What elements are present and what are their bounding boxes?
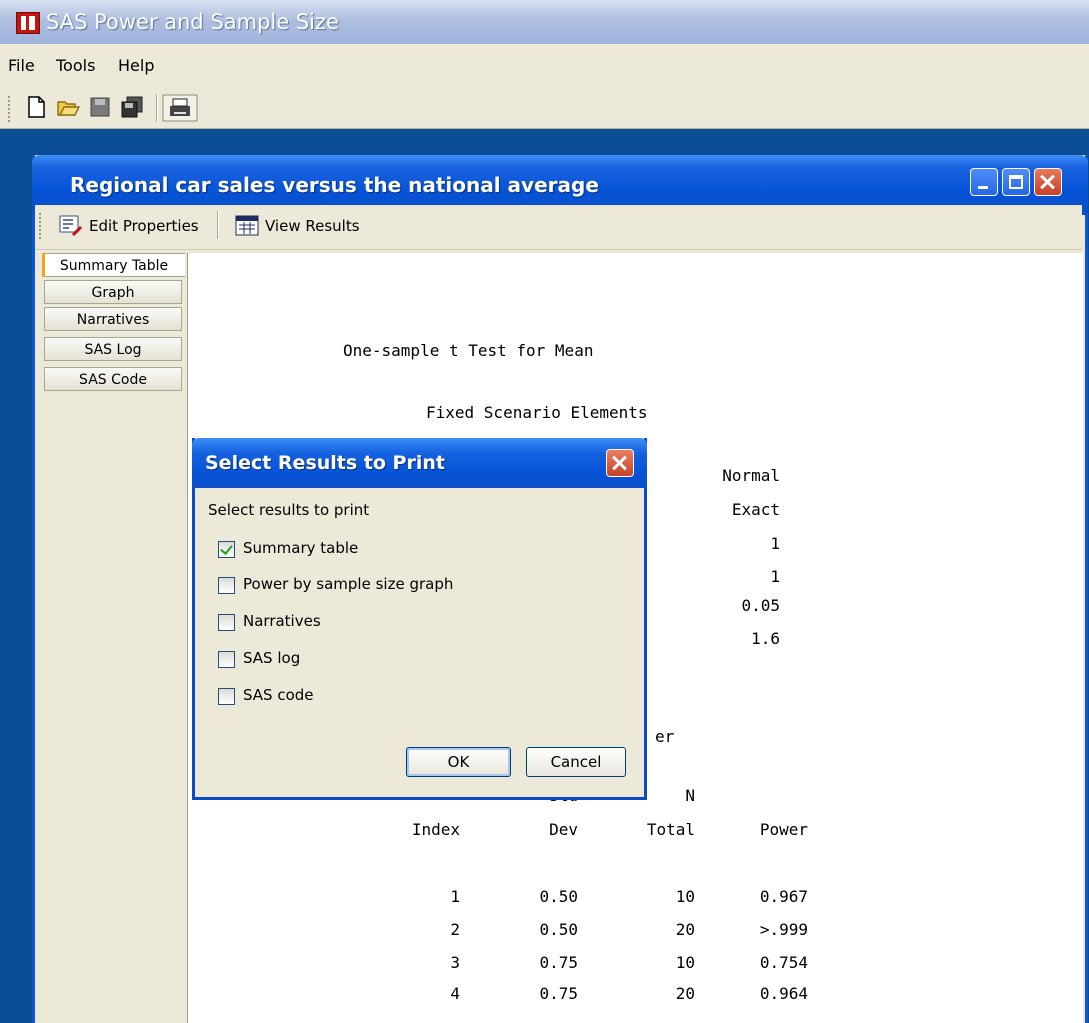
tab-narratives[interactable]: Narratives (44, 307, 182, 331)
dialog-prompt: Select results to print (208, 501, 370, 519)
cancel-button[interactable]: Cancel (526, 747, 626, 777)
column-header-total: Total (646, 820, 695, 839)
menu-bar: File Tools Help (0, 44, 1089, 89)
view-results-button[interactable]: View Results (235, 213, 360, 239)
fixed-value-distribution: Normal (722, 466, 780, 485)
view-results-icon (235, 215, 259, 236)
new-file-icon[interactable] (24, 95, 48, 119)
fixed-elements-heading: Fixed Scenario Elements (426, 403, 648, 422)
fixed-value-method: Exact (731, 500, 780, 519)
fixed-value: 1 (770, 534, 780, 553)
print-dialog-title: Select Results to Print (205, 452, 445, 474)
toolbar-separator (156, 94, 158, 122)
menu-help[interactable]: Help (118, 56, 154, 75)
row-index: 2 (450, 920, 460, 939)
fixed-value: 1.6 (751, 629, 780, 648)
dialog-close-button[interactable] (606, 449, 634, 477)
menu-tools[interactable]: Tools (56, 56, 95, 75)
results-tab-panel: Summary Table Graph Narratives SAS Log S… (35, 250, 185, 1023)
fixed-value: 1 (770, 567, 780, 586)
toolbar-grip (8, 96, 12, 122)
main-toolbar (0, 88, 1089, 129)
row-std-dev: 0.50 (539, 887, 578, 906)
row-n-total: 10 (675, 953, 695, 972)
print-icon[interactable] (162, 94, 198, 122)
row-std-dev: 0.50 (539, 920, 578, 939)
checkbox-sas-log[interactable] (218, 651, 235, 668)
checkbox-power-graph[interactable] (218, 577, 235, 594)
row-std-dev: 0.75 (539, 984, 578, 1003)
computed-heading-tail: er (655, 727, 675, 746)
checkbox-label[interactable]: Summary table (243, 539, 358, 557)
results-window-title: Regional car sales versus the national a… (70, 173, 599, 197)
fixed-value-alpha: 0.05 (741, 596, 780, 615)
row-index: 3 (450, 953, 460, 972)
column-header-dev: Dev (549, 820, 578, 839)
column-header-index: Index (411, 820, 460, 839)
row-n-total: 20 (675, 920, 695, 939)
results-toolbar: Edit Properties View Results (35, 205, 1082, 250)
row-power: 0.964 (759, 984, 808, 1003)
tab-graph[interactable]: Graph (44, 280, 182, 304)
checkbox-label[interactable]: SAS code (243, 686, 314, 704)
row-power: >.999 (759, 920, 808, 939)
row-index: 4 (450, 984, 460, 1003)
app-title-bar: SAS Power and Sample Size (0, 0, 1089, 44)
save-all-icon[interactable] (120, 95, 144, 119)
menu-file[interactable]: File (8, 56, 35, 75)
edit-properties-button[interactable]: Edit Properties (59, 213, 199, 239)
app-title: SAS Power and Sample Size (46, 10, 339, 34)
maximize-button[interactable] (1002, 168, 1030, 196)
checkbox-sas-code[interactable] (218, 688, 235, 705)
save-icon[interactable] (88, 95, 112, 119)
report-title: One-sample t Test for Mean (343, 341, 594, 360)
print-dialog-title-bar: Select Results to Print (192, 438, 647, 488)
checkbox-summary-table[interactable] (218, 541, 235, 558)
toolbar-separator (217, 211, 219, 239)
checkbox-label[interactable]: SAS log (243, 649, 300, 667)
column-header-power: Power (759, 820, 808, 839)
checkbox-label[interactable]: Narratives (243, 612, 321, 630)
ok-button[interactable]: OK (406, 747, 511, 777)
toolbar-grip (39, 213, 43, 239)
view-results-label: View Results (265, 217, 360, 235)
tab-sas-code[interactable]: SAS Code (44, 367, 182, 391)
open-folder-icon[interactable] (56, 95, 80, 119)
row-power: 0.754 (759, 953, 808, 972)
close-window-button[interactable] (1034, 168, 1062, 196)
checkbox-label[interactable]: Power by sample size graph (243, 575, 453, 593)
sas-logo-icon (16, 12, 40, 34)
minimize-button[interactable] (970, 168, 998, 196)
tab-summary-table[interactable]: Summary Table (42, 253, 185, 277)
edit-properties-label: Edit Properties (89, 217, 199, 235)
row-power: 0.967 (759, 887, 808, 906)
row-index: 1 (450, 887, 460, 906)
row-n-total: 20 (675, 984, 695, 1003)
row-n-total: 10 (675, 887, 695, 906)
edit-properties-icon (59, 215, 83, 237)
row-std-dev: 0.75 (539, 953, 578, 972)
checkbox-narratives[interactable] (218, 614, 235, 631)
tab-sas-log[interactable]: SAS Log (44, 337, 182, 361)
